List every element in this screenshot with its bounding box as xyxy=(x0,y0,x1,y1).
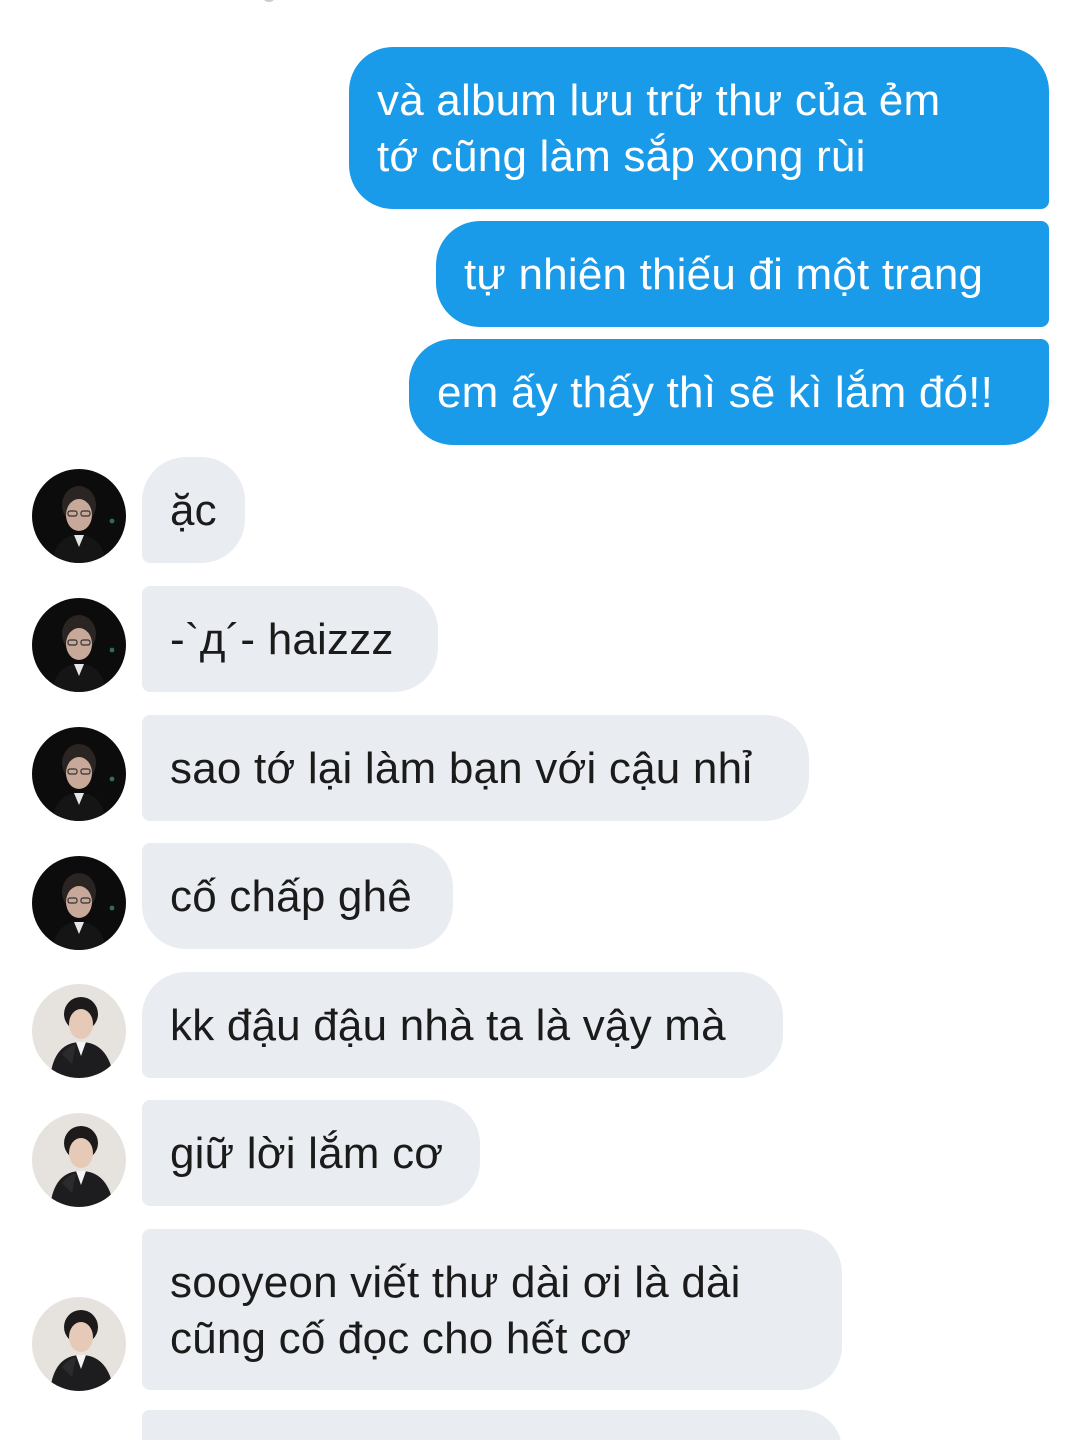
received-message-bubble[interactable]: kk đậu đậu nhà ta là vậy mà xyxy=(142,972,783,1078)
sender-avatar-dark[interactable] xyxy=(32,598,126,692)
sent-message-bubble[interactable]: em ấy thấy thì sẽ kì lắm đó!! xyxy=(409,339,1049,445)
sender-avatar-dark[interactable] xyxy=(32,727,126,821)
chat-thread[interactable]: và album lưu trữ thư của ẻm tớ cũng làm … xyxy=(0,0,1080,1440)
person-light-icon xyxy=(32,1113,126,1207)
received-message-bubble-partial[interactable] xyxy=(142,1410,842,1440)
received-message-bubble[interactable]: -`д´- haizzz xyxy=(142,586,438,692)
person-light-icon xyxy=(32,1297,126,1391)
person-dark-icon xyxy=(32,727,126,821)
sender-avatar-light[interactable] xyxy=(32,1297,126,1391)
received-message-bubble[interactable]: sao tớ lại làm bạn với cậu nhỉ xyxy=(142,715,809,821)
person-dark-icon xyxy=(32,469,126,563)
sender-avatar-light[interactable] xyxy=(32,1113,126,1207)
person-light-icon xyxy=(32,984,126,1078)
cut-off-content xyxy=(262,0,276,2)
sender-avatar-dark[interactable] xyxy=(32,469,126,563)
sent-message-bubble[interactable]: tự nhiên thiếu đi một trang xyxy=(436,221,1049,327)
received-message-bubble[interactable]: cố chấp ghê xyxy=(142,843,453,949)
person-dark-icon xyxy=(32,856,126,950)
person-dark-icon xyxy=(32,598,126,692)
received-message-bubble[interactable]: sooyeon viết thư dài ơi là dài cũng cố đ… xyxy=(142,1229,842,1390)
received-message-bubble[interactable]: giữ lời lắm cơ xyxy=(142,1100,480,1206)
sender-avatar-dark[interactable] xyxy=(32,856,126,950)
sender-avatar-light[interactable] xyxy=(32,984,126,1078)
sent-message-bubble[interactable]: và album lưu trữ thư của ẻm tớ cũng làm … xyxy=(349,47,1049,209)
received-message-bubble[interactable]: ặc xyxy=(142,457,245,563)
